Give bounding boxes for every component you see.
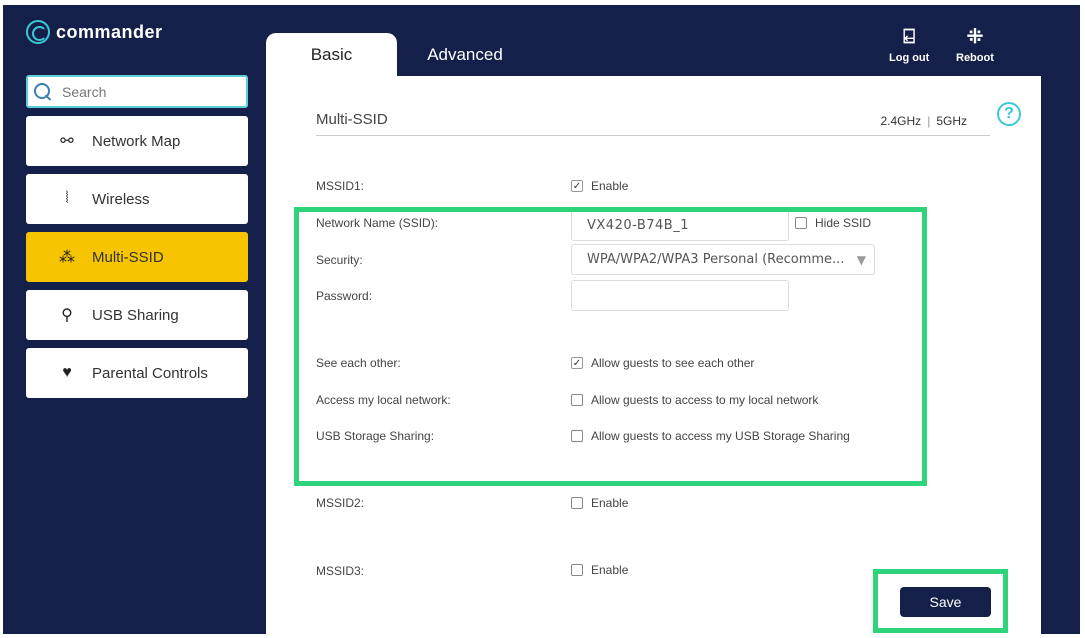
save-button[interactable]: Save (900, 587, 991, 617)
security-select[interactable]: WPA/WPA2/WPA3 Personal (Recomme... ▼ (571, 244, 875, 275)
band-24ghz[interactable]: 2.4GHz (881, 114, 922, 128)
usb-icon: ⚲ (61, 307, 73, 324)
logout-icon: ⍇ (903, 26, 916, 48)
mssid2-enable-checkbox[interactable]: Enable (571, 496, 628, 510)
tab-basic[interactable]: Basic (266, 33, 397, 76)
checkbox-unchecked-icon (571, 497, 583, 509)
brand-logo: commander (26, 20, 163, 44)
reboot-icon: ⁜ (966, 26, 984, 48)
logout-button[interactable]: ⍇ Log out (889, 26, 929, 64)
mssid1-label: MSSID1: (316, 179, 365, 193)
sidebar-item-multi-ssid[interactable]: ⁂ Multi-SSID (26, 232, 248, 282)
sidebar-item-label: USB Sharing (92, 306, 179, 324)
sidebar-item-wireless[interactable]: ⦚ Wireless (26, 174, 248, 224)
mssid3-label: MSSID3: (316, 564, 365, 578)
band-5ghz[interactable]: 5GHz (936, 114, 967, 128)
search-input[interactable] (62, 83, 232, 100)
network-map-icon: ⚯ (60, 133, 74, 150)
hide-ssid-checkbox[interactable]: Hide SSID (795, 216, 871, 230)
commander-logo-icon (26, 20, 50, 44)
search-box[interactable] (26, 75, 248, 108)
sidebar-item-label: Parental Controls (92, 364, 208, 382)
section-title: Multi-SSID (316, 111, 388, 128)
ssid-label: Network Name (SSID): (316, 216, 439, 230)
help-icon[interactable]: ? (997, 102, 1021, 126)
usb-storage-checkbox[interactable]: Allow guests to access my USB Storage Sh… (571, 429, 850, 443)
local-network-label: Access my local network: (316, 393, 451, 407)
mssid3-enable-label: Enable (591, 563, 629, 577)
checkbox-unchecked-icon (795, 217, 807, 229)
password-label: Password: (316, 289, 373, 303)
logout-label: Log out (889, 52, 930, 64)
mssid1-enable-checkbox[interactable]: ✓ Enable (571, 179, 628, 193)
search-icon (34, 82, 52, 101)
see-each-other-option: Allow guests to see each other (591, 356, 755, 370)
local-network-checkbox[interactable]: Allow guests to access to my local netwo… (571, 393, 818, 407)
mssid3-enable-checkbox[interactable]: Enable (571, 563, 628, 577)
see-each-other-checkbox[interactable]: ✓ Allow guests to see each other (571, 356, 754, 370)
checkbox-checked-icon: ✓ (571, 180, 583, 192)
dropdown-arrow-icon: ▼ (856, 252, 866, 267)
sidebar-item-label: Wireless (92, 190, 150, 208)
hide-ssid-label: Hide SSID (815, 216, 872, 230)
heart-icon: ♥ (62, 364, 72, 381)
local-network-option: Allow guests to access to my local netwo… (591, 393, 819, 407)
band-selector: 2.4GHz | 5GHz (881, 114, 968, 128)
checkbox-checked-icon: ✓ (571, 357, 583, 369)
tab-advanced[interactable]: Advanced (400, 33, 530, 76)
sidebar-item-network-map[interactable]: ⚯ Network Map (26, 116, 248, 166)
checkbox-unchecked-icon (571, 430, 583, 442)
settings-panel: Multi-SSID 2.4GHz | 5GHz ? MSSID1: ✓ Enabl… (266, 76, 1041, 638)
sidebar-item-label: Multi-SSID (92, 248, 164, 266)
mssid2-label: MSSID2: (316, 496, 365, 510)
security-value: WPA/WPA2/WPA3 Personal (Recomme... (587, 252, 845, 267)
usb-storage-option: Allow guests to access my USB Storage Sh… (591, 429, 850, 443)
band-separator: | (927, 114, 931, 128)
checkbox-unchecked-icon (571, 394, 583, 406)
multi-users-icon: ⁂ (59, 249, 75, 266)
password-input[interactable] (571, 280, 789, 311)
wireless-icon: ⦚ (65, 190, 69, 207)
sidebar-item-label: Network Map (92, 132, 181, 150)
sidebar-item-parental-controls[interactable]: ♥ Parental Controls (26, 348, 248, 398)
mssid1-enable-label: Enable (591, 179, 629, 193)
section-divider (316, 135, 990, 136)
checkbox-unchecked-icon (571, 564, 583, 576)
ssid-input[interactable]: VX420-B74B_1 (571, 210, 789, 241)
sidebar-item-usb-sharing[interactable]: ⚲ USB Sharing (26, 290, 248, 340)
usb-storage-label: USB Storage Sharing: (316, 429, 435, 443)
mssid2-enable-label: Enable (591, 496, 629, 510)
see-each-other-label: See each other: (316, 356, 401, 370)
security-label: Security: (316, 253, 363, 267)
reboot-label: Reboot (956, 52, 994, 64)
brand-name: commander (56, 21, 163, 42)
reboot-button[interactable]: ⁜ Reboot (956, 26, 994, 64)
